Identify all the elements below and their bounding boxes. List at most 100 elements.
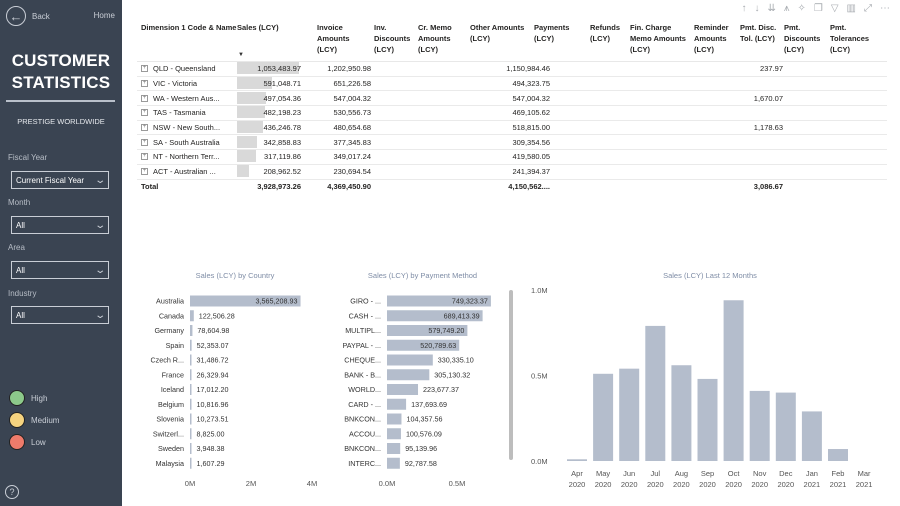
bar (593, 373, 614, 461)
category-label: Belgium (158, 400, 184, 409)
y-tick-label: 1.0M (531, 286, 548, 295)
drill-down-icon[interactable]: ⩚ (784, 3, 790, 14)
col-header-fin-charge[interactable]: Fin. Charge Memo Amounts (LCY) (627, 18, 691, 61)
bar (671, 365, 692, 461)
col-header-pmt-disc-tol[interactable]: Pmt. Disc. Tol. (LCY) (737, 18, 781, 61)
payment-chart-scrollbar[interactable] (509, 290, 513, 460)
bar (387, 413, 402, 425)
sales-data-bar (237, 121, 263, 134)
matrix-row[interactable]: + VIC - Victoria 591,048.71 651,226.58 494,3… (137, 77, 887, 92)
bar (190, 369, 192, 381)
sort-descending-indicator-icon[interactable]: ▼ (238, 52, 244, 58)
matrix-row[interactable]: + NSW - New South... 436,246.78 480,654.68 5… (137, 121, 887, 136)
payments-cell: 309,354.56 (512, 137, 550, 147)
matrix-row[interactable]: + QLD - Queensland 1,053,483.97 1,202,950.9… (137, 62, 887, 77)
category-label: Australia (156, 297, 184, 306)
bar (828, 449, 848, 461)
col-header-payments[interactable]: Payments (LCY) (531, 18, 587, 61)
month-dropdown[interactable]: All ⌄ (11, 216, 109, 234)
filter-icon[interactable]: ▽ (831, 3, 839, 14)
category-label: Switzerl... (153, 429, 184, 438)
x-tick-label: 0M (185, 479, 195, 488)
invoice-cell: 530,556.73 (333, 108, 371, 118)
help-icon[interactable]: ? (5, 485, 19, 499)
expand-row-icon[interactable]: + (141, 109, 148, 117)
col-header-refunds[interactable]: Refunds (LCY) (587, 18, 627, 61)
x-tick-month: Jan (806, 469, 818, 478)
bar (567, 459, 587, 461)
back-button[interactable]: ← Back (6, 6, 50, 26)
pmt-discounts-cell: 237.97 (760, 64, 783, 74)
sort-ascending-icon[interactable]: ↑ (741, 3, 746, 14)
matrix-row[interactable]: + TAS - Tasmania 482,198.23 530,556.73 469,1… (137, 106, 887, 121)
data-label: 100,576.09 (406, 429, 442, 438)
sales-data-bar (237, 150, 256, 163)
bar (387, 339, 460, 351)
col-header-pmt-tolerances[interactable]: Pmt. Tolerances (LCY) (827, 18, 877, 61)
matrix-header: Dimension 1 Code & Name Sales (LCY) Invo… (137, 18, 887, 62)
sales-value: 591,048.71 (263, 79, 301, 89)
col-header-invoice[interactable]: Invoice Amounts (LCY) (303, 18, 371, 61)
data-label: 92,787.58 (405, 459, 437, 468)
col-header-pmt-discounts[interactable]: Pmt. Discounts (LCY) (781, 18, 827, 61)
pmt-discounts-cell: 3,086.67 (753, 182, 783, 192)
expand-row-icon[interactable]: + (141, 124, 148, 132)
col-header-dimension[interactable]: Dimension 1 Code & Name (137, 18, 237, 61)
copy-icon[interactable]: ❐ (814, 3, 823, 14)
y-tick-label: 0.5M (531, 372, 548, 381)
matrix-total-row[interactable]: Total 3,928,973.26 4,369,450.90 4,150,562..… (137, 180, 887, 195)
monthly-chart-title: Sales (LCY) Last 12 Months (663, 271, 757, 280)
industry-dropdown[interactable]: All ⌄ (11, 306, 109, 324)
category-label: BNKCON... (344, 444, 381, 453)
matrix-row[interactable]: + ACT - Australian ... 208,962.52 230,694.5… (137, 165, 887, 180)
expand-row-icon[interactable]: + (141, 80, 148, 88)
expand-all-icon[interactable]: ⇊ (767, 3, 775, 14)
matrix-row[interactable]: + WA - Western Aus... 497,054.36 547,004.32… (137, 91, 887, 107)
col-header-cr-memo[interactable]: Cr. Memo Amounts (LCY) (415, 18, 467, 61)
home-link[interactable]: Home (94, 11, 115, 20)
row-name-cell: + ACT - Australian ... (137, 167, 237, 176)
pin-icon[interactable]: ✧ (797, 3, 805, 14)
matrix-row[interactable]: + NT - Northern Terr... 317,119.86 349,017.… (137, 150, 887, 165)
matrix-row[interactable]: + SA - South Australia 342,858.83 377,345.8… (137, 135, 887, 151)
col-header-other[interactable]: Other Amounts (LCY) (467, 18, 531, 61)
expand-row-icon[interactable]: + (141, 168, 148, 176)
col-header-reminder[interactable]: Reminder Amounts (LCY) (691, 18, 737, 61)
focus-mode-icon[interactable]: ⤢ (864, 3, 872, 14)
sort-descending-icon[interactable]: ↓ (754, 3, 759, 14)
row-name-cell: + NT - Northern Terr... (137, 152, 237, 161)
x-tick-label: 2M (246, 479, 256, 488)
more-options-icon[interactable]: ⋯ (880, 3, 890, 14)
data-label: 78,604.98 (197, 326, 229, 335)
bar (387, 457, 400, 469)
category-label: Malaysia (156, 459, 184, 468)
legend-low-label: Low (31, 437, 46, 447)
data-label: 10,816.96 (197, 400, 229, 409)
category-label: Sweden (158, 444, 184, 453)
expand-row-icon[interactable]: + (141, 153, 148, 161)
category-label: CASH - ... (349, 311, 381, 320)
fiscal-year-dropdown[interactable]: Current Fiscal Year ⌄ (11, 171, 109, 189)
legend-medium: Medium (9, 412, 59, 428)
green-dot-icon (9, 390, 25, 406)
sales-cell: 482,198.23 (237, 106, 303, 119)
payments-cell: 518,815.00 (512, 123, 550, 133)
data-label: 95,139.96 (405, 444, 437, 453)
row-name: TAS - Tasmania (153, 108, 206, 118)
expand-row-icon[interactable]: + (141, 94, 148, 102)
area-dropdown[interactable]: All ⌄ (11, 261, 109, 279)
payment-chart-title: Sales (LCY) by Payment Method (367, 271, 478, 280)
expand-row-icon[interactable]: + (141, 65, 148, 73)
data-label: 305,130.32 (434, 370, 470, 379)
bar (619, 368, 640, 461)
col-header-inv-discounts[interactable]: Inv. Discounts (LCY) (371, 18, 415, 61)
expand-row-icon[interactable]: + (141, 138, 148, 146)
x-tick-year: 2020 (647, 480, 664, 489)
col-header-sales[interactable]: Sales (LCY) (237, 18, 303, 61)
bar (697, 378, 718, 461)
x-tick-month: Dec (779, 469, 793, 478)
bar (387, 428, 401, 440)
fiscal-year-label: Fiscal Year (8, 153, 48, 162)
red-dot-icon (9, 434, 25, 450)
analyze-icon[interactable]: ▥ (847, 3, 856, 14)
